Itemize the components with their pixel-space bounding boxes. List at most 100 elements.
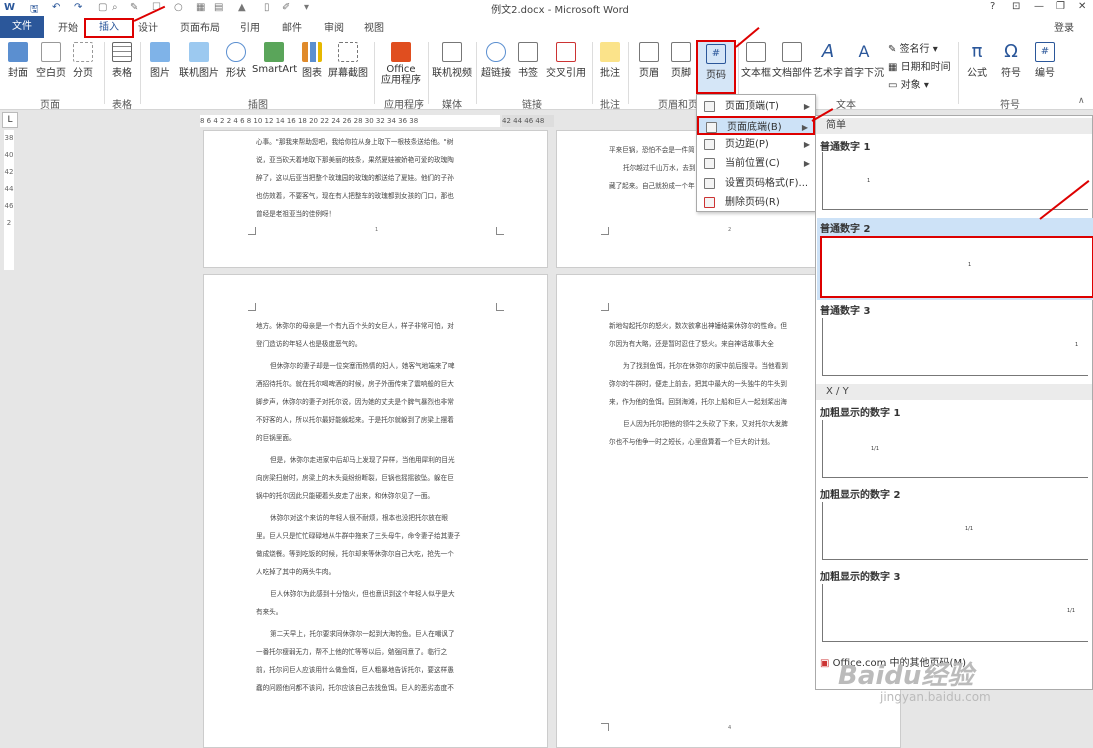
shape-icon[interactable]: ▲: [238, 2, 246, 13]
paragraph-line: 前，托尔问巨人应该用什么做鱼饵，巨人粗暴地告诉托尔，要这样愚: [256, 666, 454, 674]
preview-number: 1/1: [1067, 608, 1076, 614]
draw-icon[interactable]: ✐: [282, 2, 290, 13]
gallery-item-bold-2[interactable]: 1/1: [822, 502, 1088, 560]
tab-insert[interactable]: 插入: [84, 18, 134, 38]
gallery-item-plain-1[interactable]: 1: [822, 152, 1088, 210]
circle-icon[interactable]: ○: [174, 2, 183, 13]
gallery-item-label: 普通数字 3: [820, 306, 871, 317]
footer-button[interactable]: 页脚: [666, 42, 696, 79]
chart-button[interactable]: 图表: [298, 42, 326, 79]
wordart-button[interactable]: A 艺术字: [812, 42, 844, 80]
page-number-button[interactable]: # 页码: [696, 40, 736, 94]
gallery-item-label: 加粗显示的数字 3: [820, 572, 901, 583]
page-break-button[interactable]: 分页: [70, 42, 96, 79]
symbol-button[interactable]: Ω 符号: [996, 42, 1026, 80]
paragraph-line: 向房梁扫射时，房梁上的木头竟纷纷断裂，巨锅也摇摇欲坠。躲在巨: [256, 474, 454, 482]
tab-home[interactable]: 开始: [58, 19, 78, 34]
textbox-icon: [746, 42, 766, 62]
paragraph-line: 曾经是老祖亚当的佳例呀！: [256, 210, 336, 218]
gallery-item-label: 普通数字 2: [820, 224, 871, 235]
table-button[interactable]: 表格: [108, 42, 136, 79]
paragraph-line: 但是，休弥尔走进家中后却马上发现了异样，当他用犀利的目光: [270, 456, 455, 464]
picture-icon: [150, 42, 170, 62]
menu-current-position[interactable]: 当前位置(C) ▶: [697, 154, 815, 173]
online-picture-button[interactable]: 联机图片: [178, 42, 220, 79]
menu-bottom-of-page[interactable]: 页面底端(B) ▶: [697, 116, 815, 135]
tab-file[interactable]: 文件: [0, 16, 44, 38]
grid-icon[interactable]: ▤: [214, 2, 223, 13]
customize-qat-icon[interactable]: ▾: [304, 2, 309, 13]
gallery-item-bold-3[interactable]: 1/1: [822, 584, 1088, 642]
separator: [428, 42, 429, 104]
blank-page-button[interactable]: 空白页: [34, 42, 68, 79]
tab-view[interactable]: 视图: [364, 19, 384, 34]
minimize-button[interactable]: —: [1034, 1, 1044, 12]
tab-design[interactable]: 设计: [138, 19, 158, 34]
tab-selector[interactable]: L: [2, 112, 18, 128]
margin-corner: [601, 723, 609, 731]
login-link[interactable]: 登录: [1054, 19, 1074, 34]
new-doc-icon[interactable]: ▢: [98, 2, 107, 13]
menu-format-page-numbers[interactable]: 设置页码格式(F)...: [697, 174, 815, 193]
undo-icon[interactable]: ↶: [52, 2, 60, 13]
number-button[interactable]: # 编号: [1030, 42, 1060, 79]
page-3[interactable]: 地方。休弥尔的母亲是一个有九百个头的女巨人，样子非常可怕，对 登门造访的年轻人也…: [203, 274, 548, 748]
ribbon-display-button[interactable]: ⊡: [1012, 1, 1020, 12]
horizontal-ruler[interactable]: 8 6 4 2 2 4 6 8 10 12 14 16 18 20 22 24 …: [200, 115, 500, 127]
tab-review[interactable]: 审阅: [324, 19, 344, 34]
print-preview-icon[interactable]: ⌕: [112, 2, 118, 13]
collapse-ribbon-icon[interactable]: ∧: [1078, 96, 1085, 106]
table-icon[interactable]: ▦: [196, 2, 205, 13]
vertical-ruler[interactable]: 38 40 42 44 46 2: [4, 130, 14, 270]
page-3-text: 地方。休弥尔的母亲是一个有九百个头的女巨人，样子非常可怕，对 登门造访的年轻人也…: [256, 317, 496, 697]
tab-mailings[interactable]: 邮件: [282, 19, 302, 34]
close-button[interactable]: ✕: [1078, 1, 1086, 12]
separator: [476, 42, 477, 104]
hyperlink-button[interactable]: 超链接: [480, 42, 512, 79]
help-button[interactable]: ?: [990, 1, 995, 12]
comment-button[interactable]: 批注: [596, 42, 624, 79]
watermark-url: jingyan.baidu.com: [880, 690, 991, 704]
group-links-label: 链接: [522, 100, 542, 111]
gallery-item-plain-3[interactable]: 1: [822, 318, 1088, 376]
header-icon: [639, 42, 659, 62]
page-1[interactable]: 心事。"那我来帮助您吧，我给你拉从身上取下一根枝条送给他。"树 说，亚当砍天着地…: [203, 130, 548, 268]
gallery-item-plain-2[interactable]: 1: [820, 236, 1093, 298]
paragraph-line: 里。巨人只是忙忙碌碌地从牛群中拖来了三头母牛，命令妻子给其妻子: [256, 532, 461, 540]
office-apps-button[interactable]: Office 应用程序: [378, 42, 424, 86]
cover-button[interactable]: 封面: [4, 42, 32, 79]
tab-references[interactable]: 引用: [240, 19, 260, 34]
drop-cap-button[interactable]: A 首字下沉: [844, 42, 884, 79]
tab-layout[interactable]: 页面布局: [180, 19, 220, 34]
group-text-label: 文本: [836, 100, 856, 111]
spelling-icon[interactable]: ✎: [130, 2, 138, 13]
menu-top-of-page[interactable]: 页面顶端(T) ▶: [697, 97, 815, 116]
online-video-button[interactable]: 联机视频: [432, 42, 472, 79]
textbox-button[interactable]: 文本框: [740, 42, 772, 79]
page-1-text: 心事。"那我来帮助您吧，我给你拉从身上取下一根枝条送给他。"树 说，亚当砍天着地…: [256, 133, 496, 223]
gallery-item-bold-1[interactable]: 1/1: [822, 420, 1088, 478]
screenshot-button[interactable]: 屏幕截图: [328, 42, 368, 79]
margin-corner: [601, 303, 609, 311]
shapes-button[interactable]: 形状: [222, 42, 250, 79]
paragraph-line: 休弥尔对这个来访的年轻人很不耐烦，根本也没把托尔放在眼: [270, 514, 449, 522]
smartart-button[interactable]: SmartArt: [252, 42, 297, 75]
gallery-item-label: 普通数字 1: [820, 142, 871, 153]
preview-number: 1/1: [871, 446, 880, 452]
menu-page-margins[interactable]: 页边距(P) ▶: [697, 135, 815, 154]
picture-button[interactable]: 图片: [146, 42, 174, 79]
watermark-logo: Baidu经验: [838, 661, 974, 691]
maximize-button[interactable]: ❐: [1056, 1, 1065, 12]
redo-icon[interactable]: ↷: [74, 2, 82, 13]
cross-reference-button[interactable]: 交叉引用: [544, 42, 588, 79]
object-button[interactable]: ▭ 对象 ▾: [888, 76, 929, 91]
bookmark-button[interactable]: 书签: [514, 42, 542, 79]
quick-parts-button[interactable]: 文档部件: [772, 42, 812, 79]
menu-remove-page-numbers[interactable]: 删除页码(R): [697, 193, 815, 212]
date-time-button[interactable]: ▦ 日期和时间: [888, 58, 951, 73]
horizontal-ruler-right[interactable]: 42 44 46 48: [502, 115, 554, 127]
page-icon[interactable]: ▯: [264, 2, 270, 13]
header-button[interactable]: 页眉: [634, 42, 664, 79]
signature-line-button[interactable]: ✎ 签名行 ▾: [888, 40, 938, 55]
equation-button[interactable]: π 公式: [962, 42, 992, 80]
